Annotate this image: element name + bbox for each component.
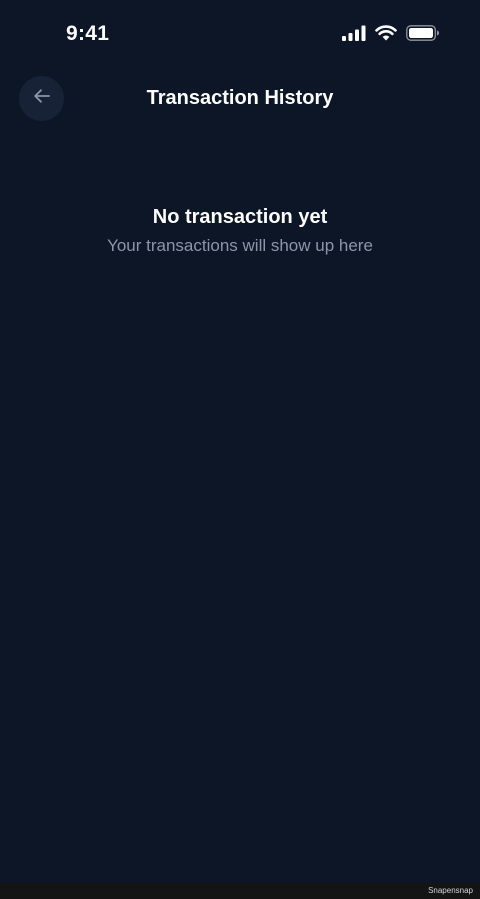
empty-state-title: No transaction yet	[152, 206, 328, 228]
empty-state-subtitle: Your transactions will show up here	[107, 236, 373, 255]
wifi-icon	[375, 25, 397, 41]
battery-icon	[406, 25, 440, 41]
status-icons	[342, 25, 440, 41]
transaction-history-screen: 9:41 Transaction History No transaction …	[0, 0, 480, 899]
cellular-signal-icon	[342, 25, 366, 41]
header: Transaction History	[0, 76, 480, 122]
status-time: 9:41	[66, 22, 110, 45]
page-title: Transaction History	[146, 87, 334, 109]
status-bar: 9:41	[0, 0, 480, 70]
empty-state: No transaction yet Your transactions wil…	[0, 205, 480, 257]
footer-strip: Snapensnap	[0, 883, 480, 899]
watermark: Snapensnap	[428, 886, 473, 895]
